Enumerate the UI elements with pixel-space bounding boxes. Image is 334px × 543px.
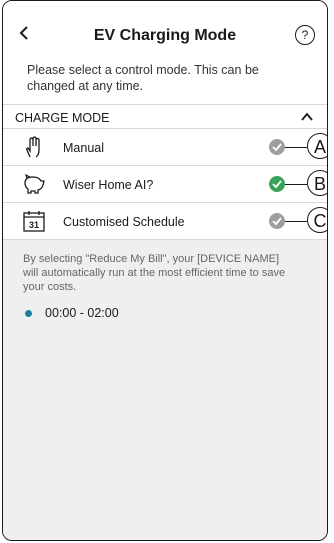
help-icon[interactable]: ? [295, 25, 315, 45]
section-label: CHARGE MODE [15, 111, 110, 125]
mode-label: Customised Schedule [63, 215, 185, 229]
mode-label: Wiser Home AI? [63, 178, 154, 192]
page-title: EV Charging Mode [93, 27, 237, 44]
selected-check-icon [269, 176, 285, 192]
mode-info-panel: By selecting "Reduce My Bill", your [DEV… [3, 240, 327, 540]
mode-label: Manual [63, 141, 104, 155]
calendar-31-icon: 31 [23, 211, 45, 232]
unselected-check-icon [269, 139, 285, 155]
hand-icon [26, 136, 40, 158]
callout-b: B [307, 170, 327, 196]
mode-row-manual[interactable]: Manual A [3, 129, 327, 166]
bullet-dot-icon [25, 310, 32, 317]
info-text: By selecting "Reduce My Bill", your [DEV… [23, 253, 286, 293]
callout-line [285, 221, 307, 223]
time-range: 00:00 - 02:00 [45, 306, 119, 320]
svg-text:31: 31 [29, 220, 39, 230]
unselected-check-icon [269, 213, 285, 229]
callout-line [285, 184, 307, 186]
callout-line [285, 147, 307, 149]
instructions-text: Please select a control mode. This can b… [3, 51, 327, 105]
charge-mode-section-header[interactable]: CHARGE MODE [3, 105, 327, 129]
mode-row-wiser-home-ai[interactable]: Wiser Home AI? B [3, 166, 327, 203]
piggy-bank-icon [24, 173, 45, 194]
chevron-up-icon [301, 112, 313, 121]
mode-row-customised-schedule[interactable]: 31 Customised Schedule C [3, 203, 327, 240]
callout-c: C [307, 207, 327, 233]
callout-a: A [307, 133, 327, 159]
header: EV Charging Mode ? [3, 1, 327, 51]
phone-screen: EV Charging Mode ? Please select a contr… [2, 0, 328, 541]
